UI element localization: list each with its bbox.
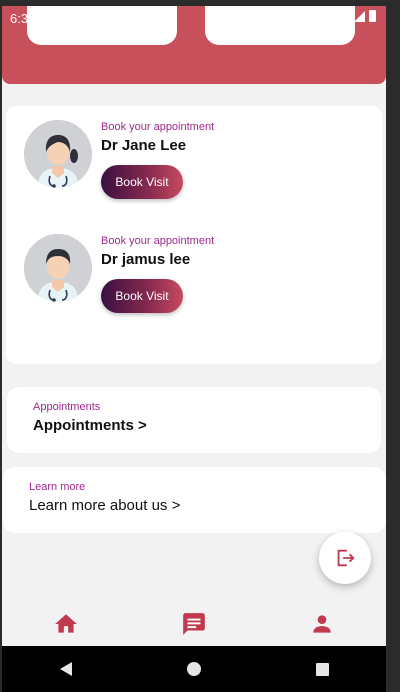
battery-icon xyxy=(369,10,376,22)
home-icon xyxy=(55,614,77,633)
learn-more-link[interactable]: Learn more about us > xyxy=(29,497,180,514)
female-doctor-avatar xyxy=(24,120,92,188)
appointments-card[interactable]: Appointments Appointments > xyxy=(7,387,381,453)
recents-icon xyxy=(315,662,329,676)
system-nav-bar xyxy=(2,646,386,692)
person-icon xyxy=(313,615,331,633)
bottom-nav xyxy=(2,602,386,646)
learn-more-card[interactable]: Learn more Learn more about us > xyxy=(3,467,386,533)
status-time: 6:3 xyxy=(10,11,29,26)
appointments-link[interactable]: Appointments > xyxy=(33,417,147,434)
doctor-name: Dr jamus lee xyxy=(101,251,191,268)
device-frame xyxy=(386,0,400,692)
appointments-subtitle: Appointments xyxy=(33,401,101,413)
learn-more-subtitle: Learn more xyxy=(29,481,86,493)
system-home-button[interactable] xyxy=(130,646,258,692)
doctor-row: Book your appointment Dr jamus lee Book … xyxy=(6,232,382,332)
nav-chat[interactable] xyxy=(130,602,258,646)
system-back-button[interactable] xyxy=(2,646,130,692)
male-doctor-avatar xyxy=(24,234,92,302)
back-icon xyxy=(60,662,72,676)
app-screen: 6:3 Book your appointment Dr Jane Lee Bo… xyxy=(2,6,386,692)
chat-icon xyxy=(183,613,205,635)
logout-button[interactable] xyxy=(319,532,371,584)
doctor-row: Book your appointment Dr Jane Lee Book V… xyxy=(6,118,382,218)
book-visit-button[interactable]: Book Visit xyxy=(101,165,183,199)
doctor-name: Dr Jane Lee xyxy=(101,137,187,154)
nav-home[interactable] xyxy=(2,602,130,646)
doctor-subtitle: Book your appointment xyxy=(101,235,215,247)
signal-icon xyxy=(354,10,365,22)
home-circle-icon xyxy=(187,662,201,676)
logout-icon xyxy=(337,549,355,567)
doctor-subtitle: Book your appointment xyxy=(101,121,215,133)
book-visit-button[interactable]: Book Visit xyxy=(101,279,183,313)
nav-profile[interactable] xyxy=(258,602,386,646)
system-recents-button[interactable] xyxy=(258,646,386,692)
doctors-card: Book your appointment Dr Jane Lee Book V… xyxy=(6,106,382,364)
status-bar: 6:3 xyxy=(2,6,386,32)
status-icons xyxy=(354,10,376,22)
